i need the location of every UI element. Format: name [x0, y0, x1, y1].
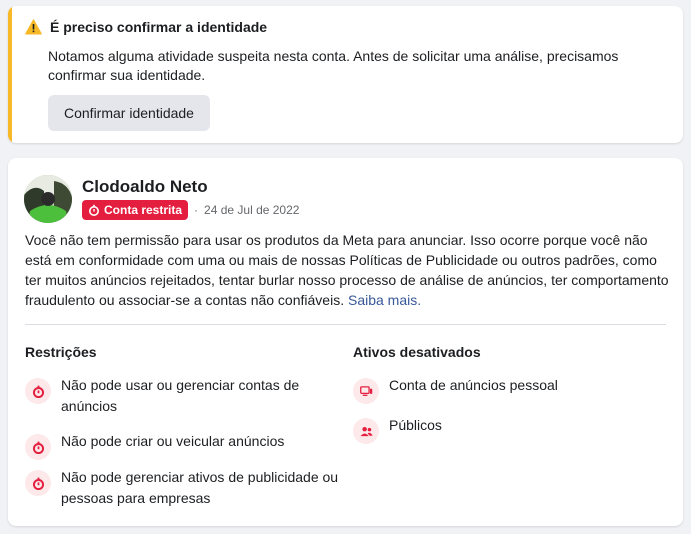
status-badge-label: Conta restrita: [104, 203, 183, 217]
restriction-item: Não pode criar ou veicular anúncios: [25, 431, 346, 460]
disabled-asset-item: Conta de anúncios pessoal: [353, 375, 558, 404]
restriction-date: 24 de Jul de 2022: [204, 203, 300, 217]
identity-warning-card: É preciso confirmar a identidade Notamos…: [8, 6, 683, 143]
disabled-asset-label: Públicos: [389, 417, 442, 433]
disabled-assets-title: Ativos desativados: [353, 344, 481, 360]
status-badge: Conta restrita: [82, 200, 189, 220]
divider: [25, 324, 666, 325]
warning-icon: [25, 19, 42, 35]
warning-accent-bar: [8, 6, 12, 143]
meta-separator: ·: [194, 203, 199, 217]
restriction-label: Não pode gerenciar ativos de publicidade…: [61, 469, 339, 506]
restrictions-title: Restrições: [25, 344, 97, 360]
audiences-icon: [353, 418, 379, 444]
disabled-asset-item: Públicos: [353, 415, 442, 444]
ad-account-icon: [353, 378, 379, 404]
learn-more-link[interactable]: Saiba mais.: [348, 292, 421, 308]
restriction-label: Não pode criar ou veicular anúncios: [61, 433, 285, 449]
restriction-label: Não pode usar ou gerenciar contas de anú…: [61, 377, 300, 414]
description-text: Você não tem permissão para usar os prod…: [25, 232, 669, 308]
restricted-icon: [25, 378, 51, 404]
restricted-icon: [25, 470, 51, 496]
warning-message: Notamos alguma atividade suspeita nesta …: [48, 48, 619, 83]
account-meta: Conta restrita · 24 de Jul de 2022: [82, 200, 299, 220]
restriction-item: Não pode usar ou gerenciar contas de anú…: [25, 375, 346, 417]
restricted-icon: [89, 204, 99, 216]
confirm-identity-button[interactable]: Confirmar identidade: [48, 95, 210, 131]
account-status-card: Clodoaldo Neto Conta restrita · 24 de Ju…: [8, 158, 683, 526]
warning-title: É preciso confirmar a identidade: [50, 19, 268, 35]
restriction-description: Você não tem permissão para usar os prod…: [25, 230, 670, 310]
restriction-item: Não pode gerenciar ativos de publicidade…: [25, 467, 346, 509]
restricted-icon: [25, 434, 51, 460]
account-name: Clodoaldo Neto: [82, 177, 208, 196]
avatar: [24, 175, 72, 223]
warning-header: É preciso confirmar a identidade: [25, 19, 267, 35]
disabled-asset-label: Conta de anúncios pessoal: [389, 377, 558, 393]
